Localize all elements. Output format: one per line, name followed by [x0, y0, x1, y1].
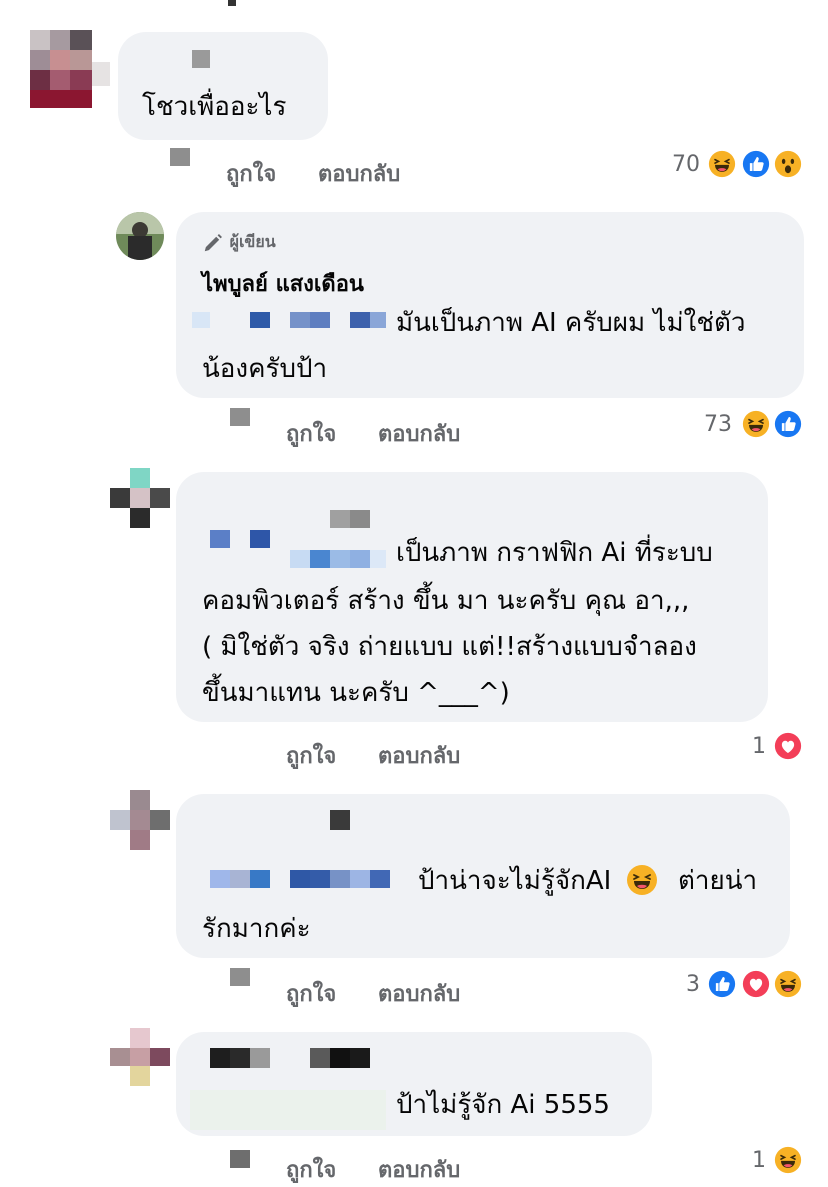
author-name[interactable]: ไพบูลย์ แสงเดือน — [202, 266, 364, 301]
reply-button[interactable]: ตอบกลับ — [378, 416, 460, 451]
commenter-name-redacted[interactable] — [330, 810, 350, 830]
like-icon — [740, 148, 772, 180]
pixelated-patch — [230, 968, 250, 986]
like-button[interactable]: ถูกใจ — [286, 976, 336, 1011]
commenter-avatar[interactable] — [110, 790, 170, 850]
reply-button[interactable]: ตอบกลับ — [378, 738, 460, 773]
reaction-count[interactable]: 1 — [706, 1148, 766, 1173]
reaction-count[interactable]: 70 — [640, 152, 700, 177]
comment-text-line-4: ขึ้นมาแทน นะครับ ^___^) — [202, 678, 510, 708]
wow-icon — [772, 148, 804, 180]
comment-text-line-1: เป็นภาพ กราฟฟิก Ai ที่ระบบ — [396, 538, 713, 568]
comment-text-line-1: ป้าน่าจะไม่รู้จักAI — [418, 866, 612, 896]
like-icon — [706, 968, 738, 1000]
reply-button[interactable]: ตอบกลับ — [318, 156, 400, 191]
author-badge-label: ผู้เขียน — [229, 232, 276, 251]
rofl-emoji-icon — [626, 864, 658, 896]
like-button[interactable]: ถูกใจ — [286, 738, 336, 773]
comment-text-line-2: น้องครับป้า — [202, 354, 328, 384]
pixelated-patch — [230, 1150, 250, 1168]
comment-text-line-1-end: ต่ายน่า — [678, 866, 758, 896]
like-icon — [772, 408, 804, 440]
pixelated-patch — [170, 148, 190, 166]
comment-text-line-2: รักมากค่ะ — [202, 914, 311, 944]
love-icon — [772, 730, 804, 762]
mention-redacted[interactable] — [190, 1090, 386, 1130]
comment-text: โชวเพื่ออะไร — [142, 92, 287, 122]
reply-button[interactable]: ตอบกลับ — [378, 1152, 460, 1187]
clipped-text-fragment — [228, 0, 236, 6]
like-button[interactable]: ถูกใจ — [226, 156, 276, 191]
commenter-avatar[interactable] — [30, 30, 92, 108]
reply-button[interactable]: ตอบกลับ — [378, 976, 460, 1011]
commenter-avatar[interactable] — [110, 468, 170, 528]
haha-icon — [772, 1144, 804, 1176]
reaction-count[interactable]: 3 — [640, 972, 700, 997]
commenter-avatar[interactable] — [110, 1028, 170, 1086]
haha-icon — [740, 408, 772, 440]
pixelated-patch — [230, 408, 250, 426]
commenter-name-redacted[interactable] — [192, 50, 210, 68]
haha-icon — [772, 968, 804, 1000]
author-avatar[interactable] — [116, 212, 164, 260]
author-badge: ผู้เขียน — [202, 230, 276, 255]
reaction-count[interactable]: 1 — [706, 734, 766, 759]
comment-text-line-1: มันเป็นภาพ AI ครับผม ไม่ใช่ตัว — [396, 308, 746, 338]
reaction-count[interactable]: 73 — [672, 412, 732, 437]
like-button[interactable]: ถูกใจ — [286, 416, 336, 451]
pencil-icon — [204, 233, 222, 251]
pixelated-patch — [92, 62, 110, 86]
haha-icon — [706, 148, 738, 180]
like-button[interactable]: ถูกใจ — [286, 1152, 336, 1187]
comment-text: ป้าไม่รู้จัก Ai 5555 — [396, 1090, 610, 1120]
love-icon — [740, 968, 772, 1000]
